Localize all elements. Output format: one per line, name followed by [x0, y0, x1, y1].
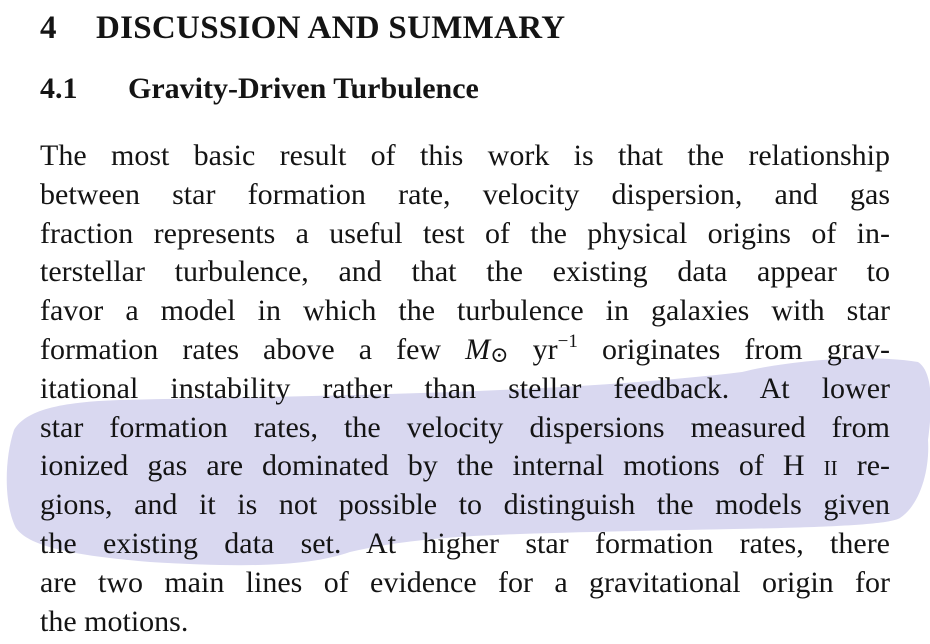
subsection-number: 4.1 [40, 72, 78, 105]
paragraph-line: terstellar turbulence, and that the exis… [40, 255, 890, 289]
paper-page: 4 DISCUSSION AND SUMMARY 4.1 Gravity-Drive… [0, 0, 930, 644]
paragraph-line-h-ii: ionized gas are dominated by the interna… [40, 449, 891, 483]
paragraph-line: between star formation rate, velocity di… [40, 177, 890, 211]
subsection-title: Gravity-Driven Turbulence [128, 72, 479, 105]
paragraph-line: favor a model in which the turbulence in… [40, 294, 890, 328]
section-heading: 4 DISCUSSION AND SUMMARY [40, 10, 565, 47]
paragraph-line: itational instability rather than stella… [40, 371, 890, 405]
paragraph-line: gions, and it is not possible to disting… [40, 488, 890, 522]
paragraph-line-solar-units: formation rates above a few M⊙ yr−1 orig… [40, 330, 890, 367]
subsection-heading: 4.1 Gravity-Driven Turbulence [40, 72, 479, 106]
paragraph-line: the motions. [40, 604, 189, 638]
body-paragraph: The most basic result of this work is th… [40, 137, 890, 641]
section-title: DISCUSSION AND SUMMARY [96, 10, 566, 46]
solar-mass-symbol: M [465, 332, 491, 366]
paragraph-line: The most basic result of this work is th… [40, 139, 890, 172]
paragraph-line: star formation rates, the velocity dispe… [40, 410, 890, 444]
paragraph-line: are two main lines of evidence for a gra… [40, 565, 890, 599]
section-number: 4 [40, 10, 57, 46]
sun-symbol: ⊙ [490, 341, 509, 367]
paragraph-line: fraction represents a useful test of the… [40, 216, 890, 250]
roman-numeral: ii [823, 449, 838, 483]
exponent: −1 [557, 330, 578, 352]
paragraph-line: the existing data set. At higher star fo… [40, 526, 890, 560]
